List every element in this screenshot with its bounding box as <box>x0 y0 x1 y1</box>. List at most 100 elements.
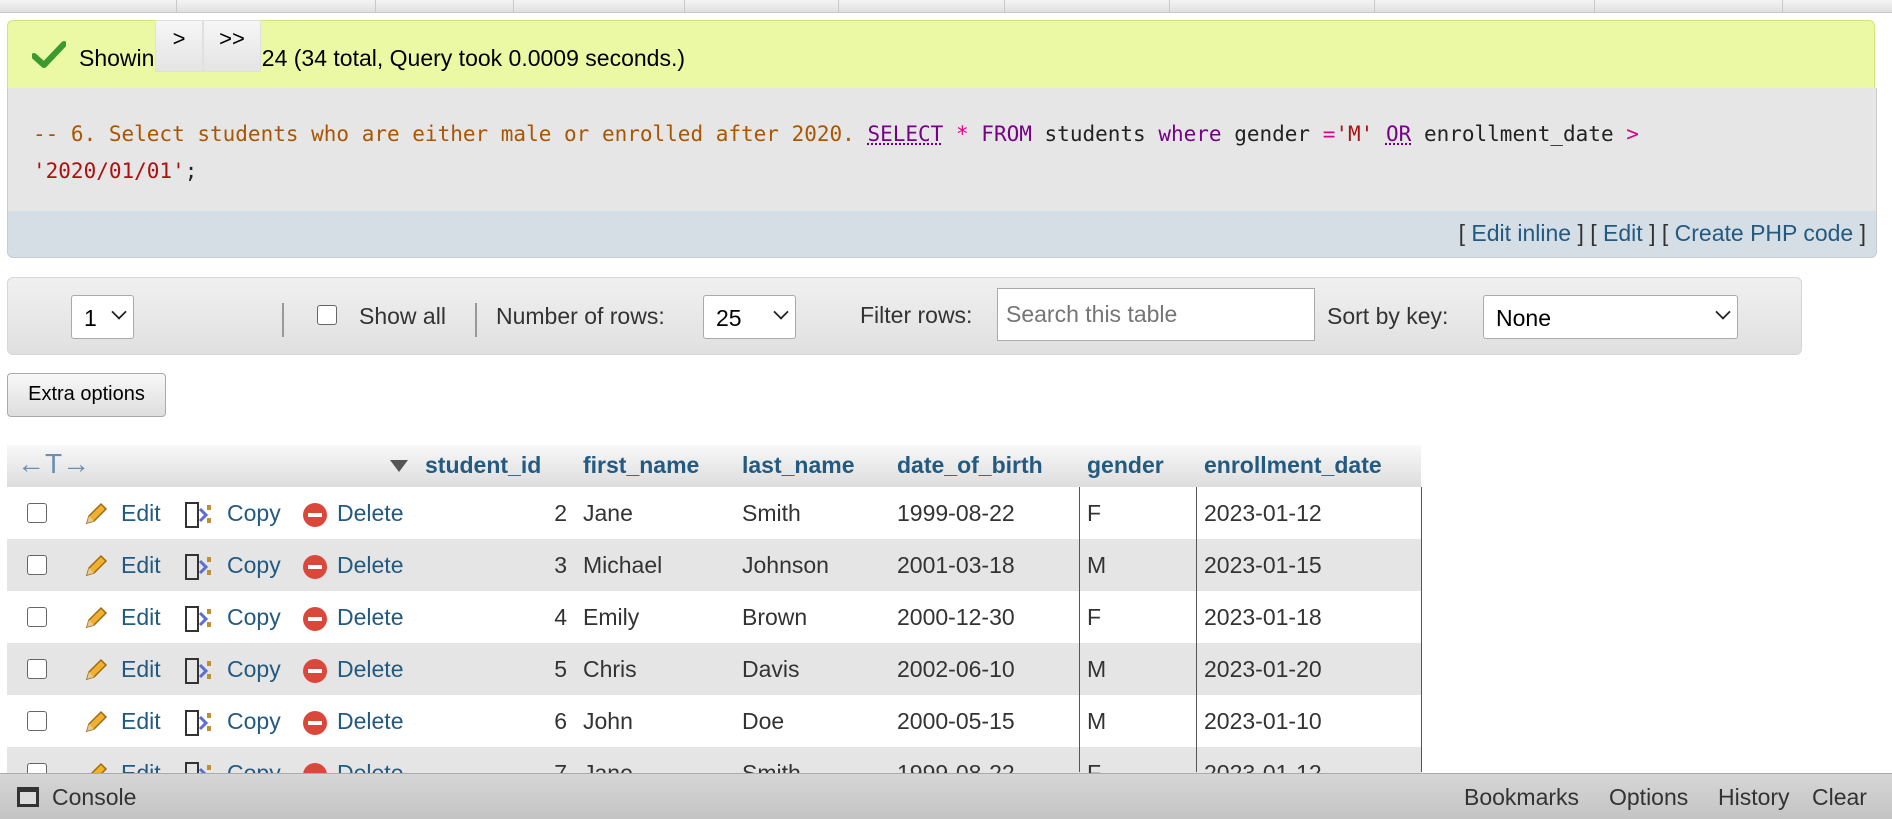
delete-icon[interactable] <box>302 710 328 736</box>
cell-last-name: Davis <box>742 656 800 682</box>
cell-first-name: Jane <box>583 500 633 526</box>
delete-row-link[interactable]: Delete <box>337 708 403 735</box>
row-checkbox[interactable] <box>27 555 47 575</box>
table-header: ←T→ student_id first_name last_name date_of… <box>7 445 1421 487</box>
console-icon[interactable] <box>16 786 40 808</box>
cell-first-name: John <box>583 708 633 734</box>
copy-row-link[interactable]: Copy <box>227 552 281 579</box>
sort-triangle-icon[interactable] <box>389 459 409 473</box>
extra-options-button[interactable]: Extra options <box>7 373 166 417</box>
cell-date-of-birth: 2000-05-15 <box>897 708 1015 734</box>
cell-gender: F <box>1087 604 1102 630</box>
copy-row-link[interactable]: Copy <box>227 500 281 527</box>
cell-student-id: 2 <box>554 500 567 526</box>
row-checkbox[interactable] <box>27 711 47 731</box>
sort-by-key-select[interactable]: None <box>1483 295 1738 339</box>
copy-icon[interactable] <box>184 501 214 529</box>
cell-student-id: 4 <box>554 604 567 630</box>
delete-row-link[interactable]: Delete <box>337 500 403 527</box>
cell-first-name: Emily <box>583 604 640 630</box>
table-row: Edit Copy Delete 5 Chris Davis 2002-06-10 M 2023… <box>7 643 1421 695</box>
chevron-down-icon <box>773 304 789 320</box>
console-bar: Console Bookmarks Options History Clear <box>0 773 1892 819</box>
bookmarks-button[interactable]: Bookmarks <box>1464 784 1579 811</box>
table-row: Edit Copy Delete 4 Emily Brown 2000-12-30 F 2023… <box>7 591 1421 643</box>
row-checkbox[interactable] <box>27 607 47 627</box>
console-toggle[interactable]: Console <box>52 784 136 811</box>
cell-student-id: 6 <box>554 708 567 734</box>
pencil-icon[interactable] <box>83 605 109 631</box>
cell-date-of-birth: 1999-08-22 <box>897 500 1015 526</box>
pencil-icon[interactable] <box>83 657 109 683</box>
column-divider <box>1421 487 1422 772</box>
column-divider <box>1079 487 1080 772</box>
copy-row-link[interactable]: Copy <box>227 604 281 631</box>
edit-row-link[interactable]: Edit <box>121 604 161 631</box>
delete-icon[interactable] <box>302 554 328 580</box>
column-header-gender[interactable]: gender <box>1087 452 1164 479</box>
copy-icon[interactable] <box>184 657 214 685</box>
history-button[interactable]: History <box>1718 784 1790 811</box>
show-all-checkbox[interactable] <box>317 305 337 325</box>
filter-rows-label: Filter rows: <box>860 302 973 328</box>
options-button[interactable]: Options <box>1609 784 1688 811</box>
create-php-code-link[interactable]: Create PHP code <box>1675 220 1854 246</box>
cell-student-id: 3 <box>554 552 567 578</box>
rows-per-page-select[interactable]: 25 <box>703 295 796 339</box>
edit-row-link[interactable]: Edit <box>121 708 161 735</box>
table-row: Edit Copy Delete 3 Michael Johnson 2001-03-18 M… <box>7 539 1421 591</box>
row-checkbox[interactable] <box>27 659 47 679</box>
pencil-icon[interactable] <box>83 709 109 735</box>
sort-by-key-label: Sort by key: <box>1327 303 1449 329</box>
cell-last-name: Johnson <box>742 552 829 578</box>
edit-link[interactable]: Edit <box>1603 220 1643 246</box>
row-checkbox[interactable] <box>27 503 47 523</box>
edit-row-link[interactable]: Edit <box>121 552 161 579</box>
delete-icon[interactable] <box>302 658 328 684</box>
delete-icon[interactable] <box>302 502 328 528</box>
tab-strip <box>0 0 1892 13</box>
delete-icon[interactable] <box>302 606 328 632</box>
copy-icon[interactable] <box>184 553 214 581</box>
cell-gender: M <box>1087 656 1107 682</box>
cell-date-of-birth: 2000-12-30 <box>897 604 1015 630</box>
page-select[interactable]: 1 <box>71 295 134 339</box>
cell-gender: F <box>1087 500 1102 526</box>
pencil-icon[interactable] <box>83 553 109 579</box>
copy-row-link[interactable]: Copy <box>227 708 281 735</box>
sql-links-bar: [ Edit inline ] [ Edit ] [ Create PHP co… <box>7 211 1877 258</box>
cell-first-name: Michael <box>583 552 663 578</box>
table-row: Edit Copy Delete 2 Jane Smith 1999-08-22 F 2023-… <box>7 487 1421 539</box>
show-all-label: Show all <box>359 303 446 329</box>
pencil-icon[interactable] <box>83 501 109 527</box>
cell-date-of-birth: 2001-03-18 <box>897 552 1015 578</box>
next-page-button[interactable]: > <box>155 20 203 72</box>
cell-student-id: 5 <box>554 656 567 682</box>
copy-icon[interactable] <box>184 709 214 737</box>
column-header-enrollment-date[interactable]: enrollment_date <box>1204 452 1382 479</box>
column-header-student-id[interactable]: student_id <box>425 452 541 479</box>
delete-row-link[interactable]: Delete <box>337 552 403 579</box>
edit-row-link[interactable]: Edit <box>121 656 161 683</box>
last-page-button[interactable]: >> <box>203 20 261 72</box>
delete-row-link[interactable]: Delete <box>337 604 403 631</box>
column-resize-arrows[interactable]: ←T→ <box>17 448 90 480</box>
copy-row-link[interactable]: Copy <box>227 656 281 683</box>
edit-inline-link[interactable]: Edit inline <box>1471 220 1571 246</box>
checkmark-icon <box>32 41 66 68</box>
divider <box>475 303 477 337</box>
column-header-date-of-birth[interactable]: date_of_birth <box>897 452 1043 479</box>
filter-rows-input[interactable] <box>997 288 1315 341</box>
cell-enrollment-date: 2023-01-20 <box>1204 656 1322 682</box>
column-header-first-name[interactable]: first_name <box>583 452 699 479</box>
cell-last-name: Doe <box>742 708 785 734</box>
column-divider <box>1196 487 1197 772</box>
clear-button[interactable]: Clear <box>1812 784 1867 811</box>
copy-icon[interactable] <box>184 605 214 633</box>
chevron-down-icon <box>1715 304 1731 320</box>
column-header-last-name[interactable]: last_name <box>742 452 855 479</box>
edit-row-link[interactable]: Edit <box>121 500 161 527</box>
cell-enrollment-date: 2023-01-12 <box>1204 500 1322 526</box>
delete-row-link[interactable]: Delete <box>337 656 403 683</box>
success-message-bar: Showing rows 0 - 24 (34 total, Query too… <box>7 20 1875 90</box>
